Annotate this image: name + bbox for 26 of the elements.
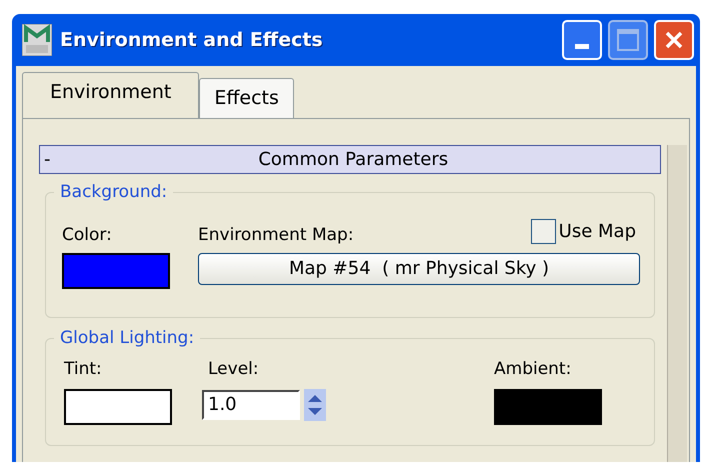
- rollout-scrollbar[interactable]: [667, 145, 687, 462]
- tab[interactable]: Effects: [199, 78, 294, 118]
- environment-map-label: Environment Map:: [198, 224, 354, 247]
- use-map-checkbox[interactable]: [530, 219, 556, 244]
- level-label: Level:: [208, 358, 260, 381]
- ambient-swatch[interactable]: [494, 388, 602, 424]
- ambient-label: Ambient:: [494, 358, 572, 381]
- rollout-title: Common Parameters: [257, 148, 450, 172]
- tab[interactable]: Environment: [22, 72, 200, 118]
- spinner-icon[interactable]: [304, 388, 326, 420]
- tint-swatch[interactable]: [64, 388, 172, 424]
- close-button[interactable]: [654, 20, 694, 60]
- maximize-icon: [617, 29, 639, 51]
- app-logo-icon: [22, 24, 52, 56]
- color-label: Color:: [62, 224, 113, 247]
- window-title: Environment and Effects: [60, 28, 323, 53]
- tint-label: Tint:: [64, 358, 103, 381]
- use-map-label: Use Map: [558, 220, 636, 244]
- collapse-toggle[interactable]: -: [44, 146, 50, 173]
- close-icon: [664, 30, 684, 50]
- rollout-header[interactable]: - Common Parameters: [39, 145, 661, 174]
- color-swatch[interactable]: [62, 252, 170, 288]
- minimize-icon: [575, 44, 589, 49]
- minimize-button[interactable]: [562, 20, 602, 60]
- environment-map-button[interactable]: Map #54 ( mr Physical Sky ): [198, 252, 640, 284]
- level-field[interactable]: 1.0: [202, 390, 300, 420]
